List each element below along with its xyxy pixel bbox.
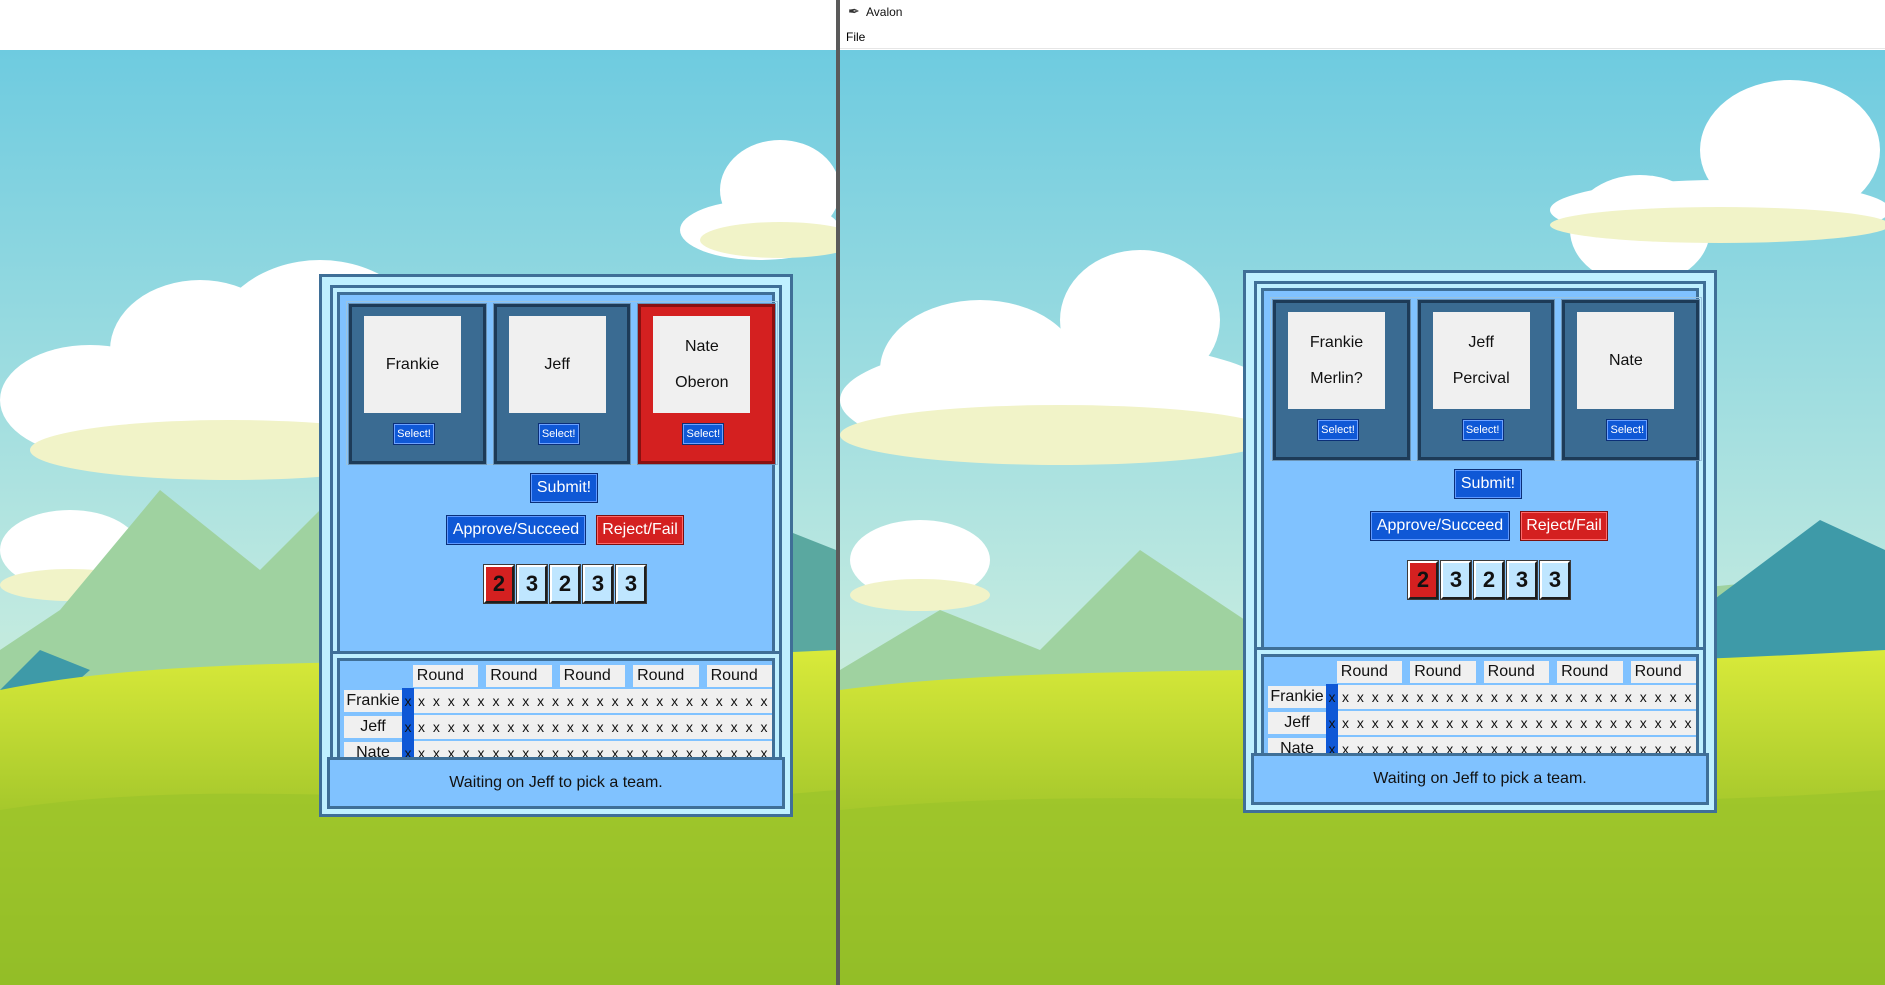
quest-3: 2 xyxy=(1473,560,1505,600)
select-button-frankie[interactable]: Select! xyxy=(393,423,435,445)
row-votes: x x x x x x x x x x x x x x x x x x x x … xyxy=(414,689,772,713)
row-name: Frankie xyxy=(1268,686,1326,708)
player-name: Jeff xyxy=(1468,333,1494,351)
row-votes: x x x x x x x x x x x x x x x x x x x x … xyxy=(414,715,772,739)
row-name: Frankie xyxy=(344,690,402,712)
player-card-face: Frankie Merlin? xyxy=(1288,312,1385,409)
quest-5: 3 xyxy=(615,564,647,604)
history-row-frankie: Frankie x x x x x x x x x x x x x x x x … xyxy=(344,688,772,714)
player-card-jeff[interactable]: Jeff Percival Select! xyxy=(1416,299,1556,461)
submit-button[interactable]: Submit! xyxy=(1454,469,1522,499)
round-label-4: Round 4 xyxy=(633,665,699,706)
approve-succeed-button[interactable]: Approve/Succeed xyxy=(1370,511,1510,541)
player-card-face: Jeff xyxy=(508,316,606,413)
player-card-face: Jeff Percival xyxy=(1432,312,1530,409)
menu-bar: File xyxy=(840,26,1885,49)
window-title: Avalon xyxy=(866,5,903,19)
row-votes: x x x x x x x x x x x x x x x x x x x x … xyxy=(1338,711,1696,735)
quest-1: 2 xyxy=(483,564,515,604)
row-name: Jeff xyxy=(1268,712,1326,734)
select-button-nate[interactable]: Select! xyxy=(682,423,725,445)
header-corner xyxy=(344,665,405,687)
player-card-face: Nate Oberon xyxy=(653,316,751,413)
player-role: Oberon xyxy=(675,373,729,391)
player-cards: Frankie Merlin? Select! Jeff Percival Se… xyxy=(1270,297,1702,461)
player-card-jeff[interactable]: Jeff Select! xyxy=(492,303,632,465)
history-row-frankie: Frankie x x x x x x x x x x x x x x x x … xyxy=(1268,684,1696,710)
quest-2: 3 xyxy=(1440,560,1472,600)
player-card-frankie[interactable]: Frankie Merlin? Select! xyxy=(1272,299,1411,461)
round-label-2: Round 2 xyxy=(1410,661,1476,702)
vote-history: Round 1 Round 2 Round 3 Round 4 Round 5 … xyxy=(337,658,775,768)
player-role: Percival xyxy=(1452,369,1510,387)
quest-1: 2 xyxy=(1407,560,1439,600)
feather-icon: ✒ xyxy=(848,3,860,19)
player-name: Jeff xyxy=(544,355,570,373)
select-button-frankie[interactable]: Select! xyxy=(1317,419,1359,441)
quest-2: 3 xyxy=(516,564,548,604)
round-label-5: Round 5 xyxy=(1630,661,1696,702)
reject-fail-button[interactable]: Reject/Fail xyxy=(596,515,684,545)
player-card-nate[interactable]: Nate Oberon Select! xyxy=(637,303,777,465)
player-card-face: Frankie xyxy=(364,316,461,413)
menu-file[interactable]: File xyxy=(846,30,865,44)
player-name: Frankie xyxy=(1309,333,1364,351)
player-name: Nate xyxy=(1608,351,1643,369)
history-row-jeff: Jeff x x x x x x x x x x x x x x x x x x… xyxy=(1268,710,1696,736)
vote-history-header: Round 1 Round 2 Round 3 Round 4 Round 5 xyxy=(344,665,772,706)
header-corner xyxy=(1268,661,1329,683)
select-button-jeff[interactable]: Select! xyxy=(1461,419,1504,441)
player-card-nate[interactable]: Nate Select! xyxy=(1561,299,1701,461)
round-label-2: Round 2 xyxy=(486,665,552,706)
select-button-nate[interactable]: Select! xyxy=(1606,419,1649,441)
select-button-jeff[interactable]: Select! xyxy=(537,423,580,445)
window-top-strip xyxy=(0,0,836,52)
player-card-face: Nate xyxy=(1577,312,1675,409)
player-cards: Frankie Select! Jeff Select! Nate Oberon… xyxy=(346,301,778,465)
round-label-4: Round 4 xyxy=(1557,661,1623,702)
row-marker: x xyxy=(1326,710,1338,736)
game-panel: Frankie Merlin? Select! Jeff Percival Se… xyxy=(1243,270,1717,813)
status-bar: Waiting on Jeff to pick a team. xyxy=(327,757,785,809)
row-name: Jeff xyxy=(344,716,402,738)
approve-succeed-button[interactable]: Approve/Succeed xyxy=(446,515,586,545)
player-name: Nate xyxy=(684,337,719,355)
status-bar: Waiting on Jeff to pick a team. xyxy=(1251,753,1709,805)
quest-3: 2 xyxy=(549,564,581,604)
round-label-1: Round 1 xyxy=(412,665,479,706)
round-label-5: Round 5 xyxy=(706,665,772,706)
game-window-left: Frankie Select! Jeff Select! Nate Oberon… xyxy=(0,0,836,985)
round-label-3: Round 3 xyxy=(559,665,626,706)
quest-track: 2 3 2 3 3 xyxy=(483,564,647,604)
row-marker: x xyxy=(1326,684,1338,710)
player-name: Frankie xyxy=(385,355,440,373)
reject-fail-button[interactable]: Reject/Fail xyxy=(1520,511,1608,541)
row-votes: x x x x x x x x x x x x x x x x x x x x … xyxy=(1338,685,1696,709)
vote-history-header: Round 1 Round 2 Round 3 Round 4 Round 5 xyxy=(1268,661,1696,702)
quest-5: 3 xyxy=(1539,560,1571,600)
player-card-frankie[interactable]: Frankie Select! xyxy=(348,303,487,465)
player-role: Merlin? xyxy=(1310,369,1363,387)
row-marker: x xyxy=(402,688,414,714)
game-window-right: ✒ Avalon File Frankie Merlin? Select! Je… xyxy=(840,0,1885,985)
history-row-jeff: Jeff x x x x x x x x x x x x x x x x x x… xyxy=(344,714,772,740)
round-label-3: Round 3 xyxy=(1483,661,1550,702)
quest-4: 3 xyxy=(1506,560,1538,600)
vote-history: Round 1 Round 2 Round 3 Round 4 Round 5 … xyxy=(1261,654,1699,764)
quest-track: 2 3 2 3 3 xyxy=(1407,560,1571,600)
row-marker: x xyxy=(402,714,414,740)
quest-4: 3 xyxy=(582,564,614,604)
game-panel: Frankie Select! Jeff Select! Nate Oberon… xyxy=(319,274,793,817)
submit-button[interactable]: Submit! xyxy=(530,473,598,503)
title-bar: ✒ Avalon xyxy=(840,0,1885,26)
round-label-1: Round 1 xyxy=(1336,661,1403,702)
